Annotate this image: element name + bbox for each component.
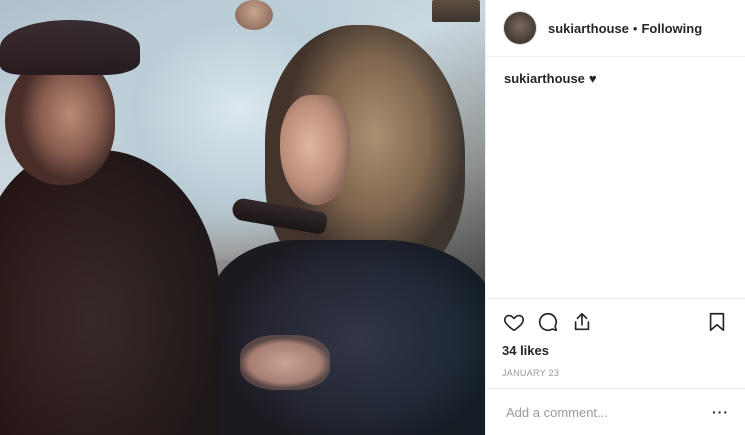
post-header: sukiarthouse • Following [486,0,745,57]
bookmark-icon[interactable] [705,310,729,334]
post-photo[interactable] [0,0,485,435]
more-options-icon[interactable]: ··· [712,404,729,420]
caption-username[interactable]: sukiarthouse [504,71,585,86]
photo-filter-overlay [0,0,485,435]
share-upload-icon[interactable] [570,310,594,334]
post-sidebar: sukiarthouse • Following sukiarthouse♥ [485,0,745,435]
caption-text: ♥ [588,71,597,86]
heart-outline-icon[interactable] [502,310,526,334]
likes-count[interactable]: 34 likes [502,343,729,358]
instagram-post: sukiarthouse • Following sukiarthouse♥ [0,0,745,435]
comment-input[interactable] [504,403,712,421]
action-icons-row [502,305,729,339]
comment-bubble-icon[interactable] [536,310,560,334]
post-actions: 34 likes JANUARY 23 [486,298,745,388]
following-button[interactable]: Following [641,21,702,36]
post-date[interactable]: JANUARY 23 [502,368,729,378]
header-separator: • [632,20,638,36]
author-username[interactable]: sukiarthouse [548,21,629,36]
comment-bar: ··· [486,388,745,435]
avatar[interactable] [504,12,536,44]
caption: sukiarthouse ♥ [486,57,745,298]
